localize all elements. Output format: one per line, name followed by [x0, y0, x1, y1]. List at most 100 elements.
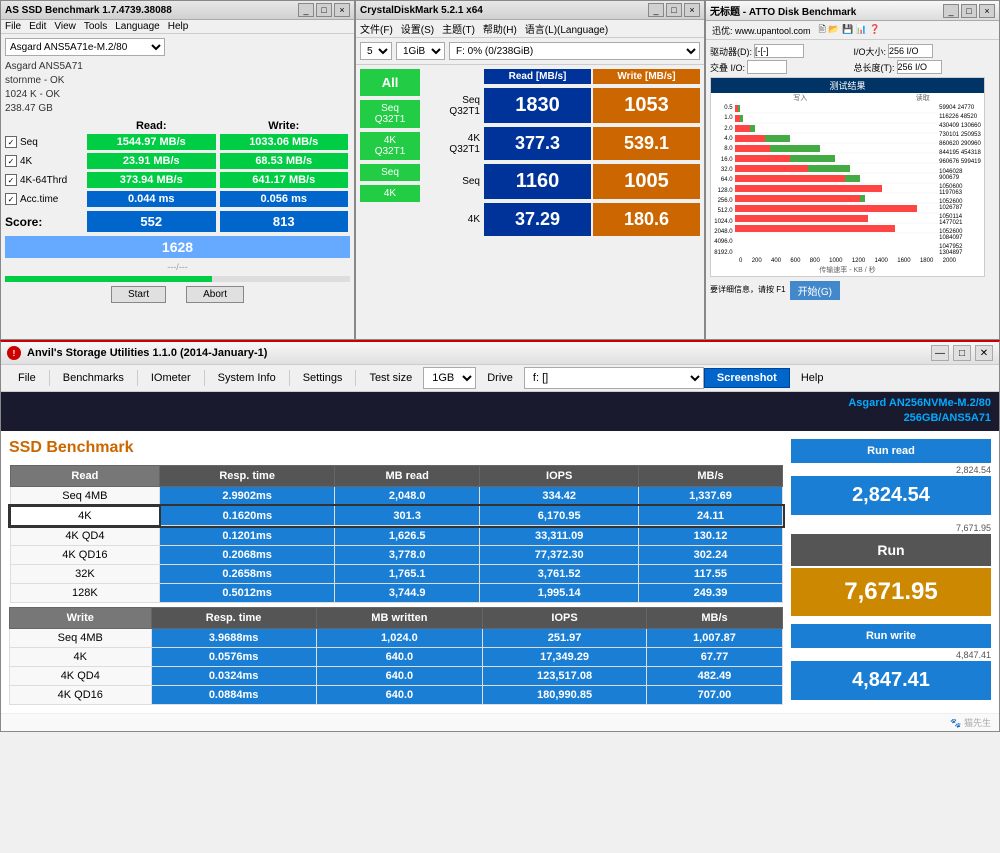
atto-maximize[interactable]: □ [961, 4, 977, 18]
write-score-top: 4,847.41 [791, 650, 991, 660]
all-button[interactable]: All [360, 69, 420, 96]
crystal-menu-help[interactable]: 帮助(H) [483, 21, 517, 36]
crystal-controls: _ □ × [648, 3, 700, 17]
crystal-menu-file[interactable]: 文件(F) [360, 21, 393, 36]
crystal-header: Read [MB/s] Write [MB/s] [424, 69, 700, 84]
atto-menu: 迅优: www.upantool.com 🖹 📂 💾 📊 ❓ [706, 21, 999, 40]
read-table: Read Resp. time MB read IOPS MB/s Seq 4M… [9, 465, 783, 603]
atto-close[interactable]: × [979, 4, 995, 18]
read-header: Read [MB/s] [484, 69, 591, 84]
write-seq4mb-row: Seq 4MB 3.9688ms 1,024.0 251.97 1,007.87 [10, 628, 783, 647]
atto-minimize[interactable]: _ [943, 4, 959, 18]
run-read-panel: Run read 2,824.54 2,824.54 [791, 439, 991, 515]
seq-row: Seq 1160 1005 [424, 164, 700, 199]
size-field: I/O大小: [854, 44, 996, 58]
close-button[interactable]: × [334, 3, 350, 17]
seq-button[interactable]: Seq [360, 164, 420, 181]
seq-write: 1005 [593, 164, 700, 199]
atto-footer: 要详细信息，请按 F1 开始(G) [710, 279, 995, 300]
menu-help[interactable]: Help [168, 21, 189, 32]
as-buttons: Start Abort [5, 286, 350, 303]
drive-info-text: Asgard AN256NVMe-M.2/80 256GB/ANS5A71 [848, 396, 991, 427]
as-seq-row: ✓Seq 1544.97 MB/s 1033.06 MB/s [5, 134, 350, 150]
anvil-close[interactable]: ✕ [975, 345, 993, 361]
crystal-menu-settings[interactable]: 设置(S) [401, 21, 434, 36]
4k-q32t1-button[interactable]: 4KQ32T1 [360, 132, 420, 160]
write-score-display: 4,847.41 [791, 661, 991, 700]
as-ssd-title: AS SSD Benchmark 1.7.4739.38088 [5, 5, 172, 16]
menu-benchmarks[interactable]: Benchmarks [52, 368, 135, 388]
chart-title: 测试结果 [711, 78, 984, 93]
anvil-title: Anvil's Storage Utilities 1.1.0 (2014-Ja… [27, 347, 267, 359]
4k64-write: 641.17 MB/s [220, 172, 349, 188]
as-acctime-row: ✓Acc.time 0.044 ms 0.056 ms [5, 191, 350, 207]
crystal-minimize[interactable]: _ [648, 3, 664, 17]
runs-select[interactable]: 5 [360, 42, 392, 60]
menu-file[interactable]: File [5, 21, 21, 32]
as-ssd-window: AS SSD Benchmark 1.7.4739.38088 _ □ × Fi… [0, 0, 355, 340]
screenshot-button[interactable]: Screenshot [704, 368, 790, 388]
write-4kqd16-row: 4K QD16 0.0884ms 640.0 180,990.85 707.00 [10, 685, 783, 704]
total-input[interactable] [897, 60, 942, 74]
col-iops: IOPS [480, 465, 639, 486]
menu-language[interactable]: Language [115, 21, 160, 32]
acctime-read: 0.044 ms [87, 191, 216, 207]
drive-field: 驱动器(D): [710, 44, 852, 58]
seq-q32t1-button[interactable]: SeqQ32T1 [360, 100, 420, 128]
run-write-button[interactable]: Run write [791, 624, 991, 648]
progress-bar [5, 276, 350, 282]
total-field: 总长度(T): [854, 60, 996, 74]
start-button[interactable]: Start [111, 286, 166, 303]
write-4k-row: 4K 0.0576ms 640.0 17,349.29 67.77 [10, 647, 783, 666]
menu-view[interactable]: View [54, 21, 76, 32]
size-select[interactable]: 1GiB [396, 42, 445, 60]
anvil-icon: ! [7, 346, 21, 360]
menu-file[interactable]: File [7, 368, 47, 388]
menu-sysinfo[interactable]: System Info [207, 368, 287, 388]
run-score-display: 7,671.95 [791, 568, 991, 616]
run-button[interactable]: Run [791, 534, 991, 566]
maximize-button[interactable]: □ [316, 3, 332, 17]
anvil-controls: — □ ✕ [931, 345, 993, 361]
anvil-titlebar: ! Anvil's Storage Utilities 1.1.0 (2014-… [1, 342, 999, 365]
atto-config: 驱动器(D): I/O大小: 交叠 I/O: 总长度(T): [710, 44, 995, 74]
anvil-maximize[interactable]: □ [953, 345, 971, 361]
4k-button[interactable]: 4K [360, 185, 420, 202]
atto-icons: 🖹 📂 💾 📊 ❓ [819, 22, 881, 38]
test-size-select[interactable]: 1GB [423, 367, 476, 389]
drive-select[interactable]: Asgard ANS5A71e-M.2/80 [5, 38, 165, 56]
crystal-maximize[interactable]: □ [666, 3, 682, 17]
minimize-button[interactable]: _ [298, 3, 314, 17]
atto-start-button[interactable]: 开始(G) [790, 281, 840, 300]
read-header-row: Read Resp. time MB read IOPS MB/s [10, 465, 783, 486]
right-labels: 59904 24770 116226 48520 430409 130660 7… [938, 103, 984, 258]
as-4k-row: ✓4K 23.91 MB/s 68.53 MB/s [5, 153, 350, 169]
seq-q32t1-write: 1053 [593, 88, 700, 123]
crystal-title: CrystalDiskMark 5.2.1 x64 [360, 5, 483, 16]
io-size-input[interactable] [888, 44, 933, 58]
anvil-minimize[interactable]: — [931, 345, 949, 361]
drive-input[interactable] [754, 44, 804, 58]
atto-controls: _ □ × [943, 4, 995, 18]
drive-select[interactable]: f: [] [524, 367, 704, 389]
menu-help[interactable]: Help [790, 368, 835, 388]
drive-select[interactable]: F: 0% (0/238GiB) [449, 42, 700, 60]
crystal-close[interactable]: × [684, 3, 700, 17]
overlapped-input[interactable] [747, 60, 787, 74]
run-read-button[interactable]: Run read [791, 439, 991, 463]
col-read: Read [10, 465, 160, 486]
128k-row: 128K 0.5012ms 3,744.9 1,995.14 249.39 [10, 583, 783, 602]
4kqd4-row: 4K QD4 0.1201ms 1,626.5 33,311.09 130.12 [10, 526, 783, 546]
crystal-menu-theme[interactable]: 主题(T) [442, 21, 475, 36]
menu-tools[interactable]: Tools [84, 21, 107, 32]
score-write: 813 [220, 211, 349, 232]
as-ssd-content: Asgard ANS5A71e-M.2/80 Asgard ANS5A71 st… [1, 34, 354, 307]
anvil-window: ! Anvil's Storage Utilities 1.1.0 (2014-… [0, 340, 1000, 732]
menu-settings[interactable]: Settings [292, 368, 354, 388]
menu-edit[interactable]: Edit [29, 21, 46, 32]
menu-iometer[interactable]: IOmeter [140, 368, 202, 388]
abort-button[interactable]: Abort [186, 286, 244, 303]
4k-row: 4K 37.29 180.6 [424, 203, 700, 236]
read-score-top: 2,824.54 [791, 465, 991, 475]
crystal-menu-lang[interactable]: 语言(L)(Language) [525, 21, 608, 36]
